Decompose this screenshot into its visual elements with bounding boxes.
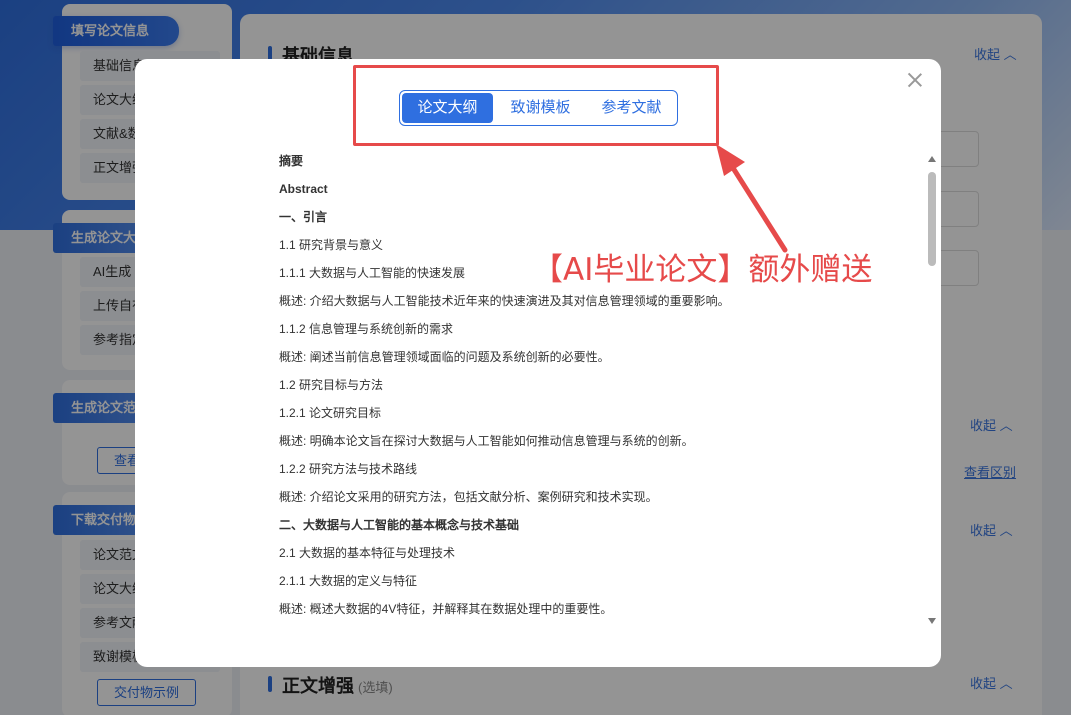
annotation-arrow-icon bbox=[716, 144, 788, 253]
promo-text: 【AI毕业论文】额外赠送 bbox=[532, 252, 873, 288]
